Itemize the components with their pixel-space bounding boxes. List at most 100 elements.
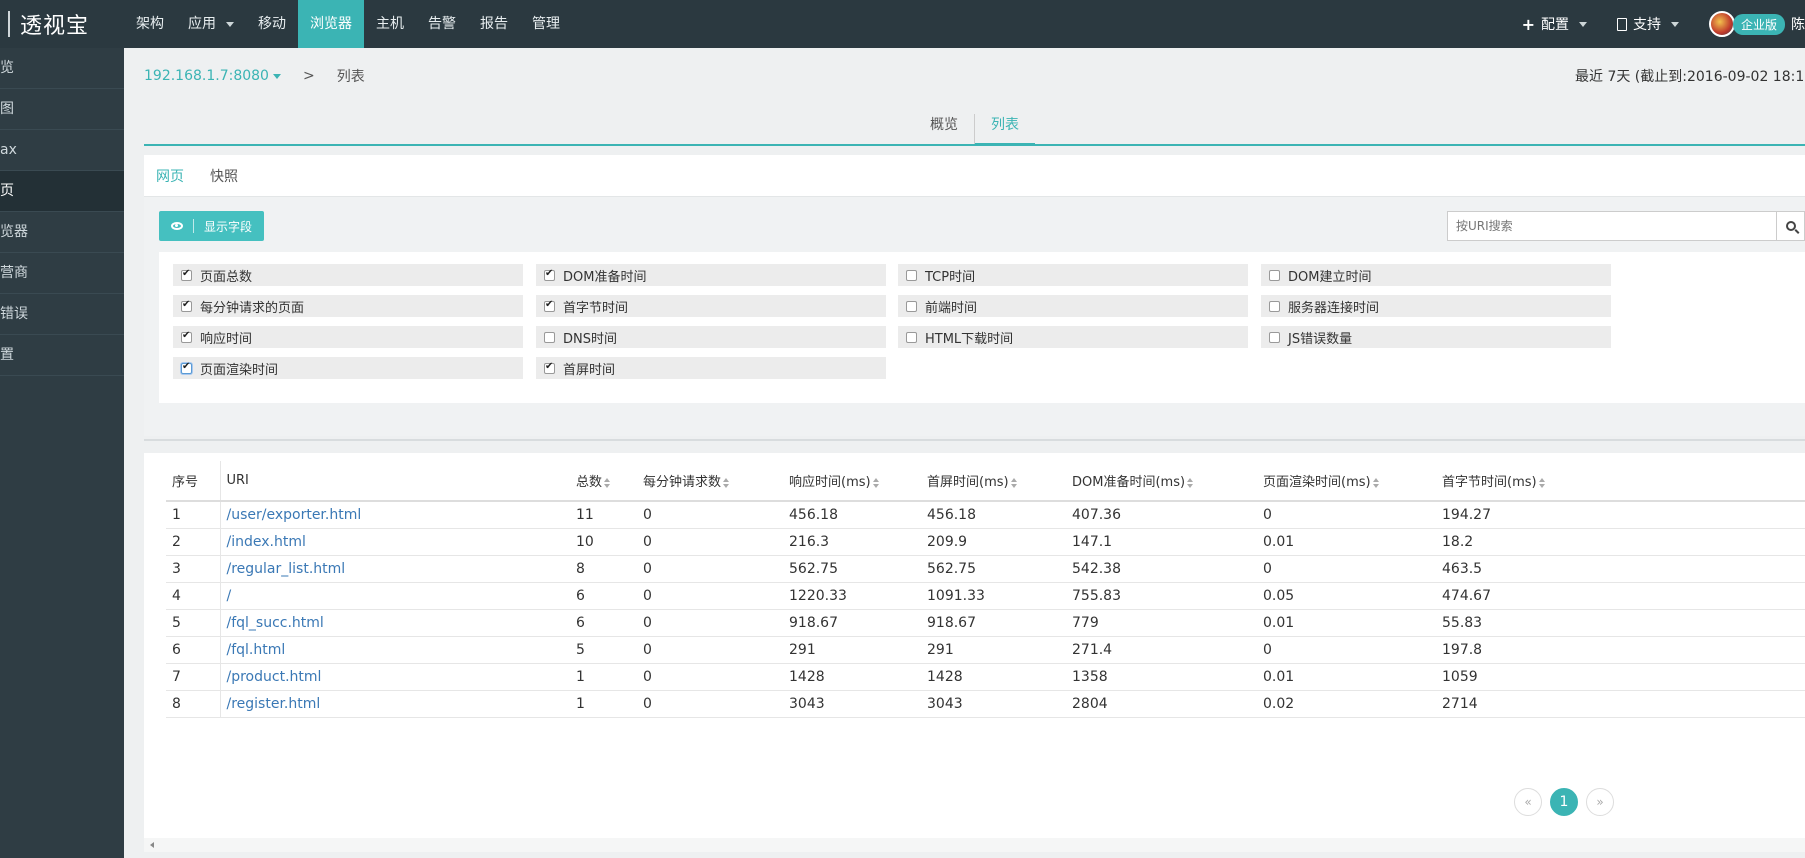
table-cell: 755.83 [1072,582,1263,610]
nav-item-label: 应用 [188,16,216,32]
sidebar-item-0[interactable]: 览 [0,48,124,89]
table-cell: 5 [166,609,221,637]
sort-icon[interactable] [604,477,611,488]
uri-link[interactable]: / [220,582,576,610]
nav-item-3[interactable]: 浏览器 [298,0,364,48]
nav-item-label: 管理 [532,16,560,32]
checkbox[interactable] [906,269,917,281]
chevron-down-icon [226,21,234,27]
column-header[interactable]: 首屏时间(ms) [927,461,1072,502]
user-menu[interactable]: 企业版 陈 [1708,11,1805,37]
config-menu[interactable]: + 配置 [1522,14,1587,34]
sort-icon[interactable] [872,477,880,488]
column-header[interactable]: DOM准备时间(ms) [1072,461,1263,502]
checkbox[interactable] [544,299,555,312]
search-input[interactable] [1447,211,1777,241]
checkbox[interactable] [906,300,917,312]
checkbox[interactable] [1269,300,1280,312]
horizontal-scrollbar[interactable] [144,838,1805,852]
prev-page-button[interactable]: « [1514,788,1542,816]
uri-link[interactable]: /fql.html [220,636,576,664]
checkbox[interactable] [544,268,555,281]
table-cell: 0 [643,663,789,691]
column-header[interactable]: 每分钟请求数 [643,461,789,502]
nav-item-0[interactable]: 架构 [124,0,176,48]
checkbox[interactable] [544,361,555,374]
sidebar-item-4[interactable]: 览器 [0,212,124,253]
table-cell: 6 [166,636,221,664]
checkbox[interactable] [181,361,192,374]
checkbox[interactable] [181,268,192,281]
sidebar-item-6[interactable]: 错误 [0,294,124,335]
brand-logo[interactable]: 透视宝 [0,0,124,48]
sort-icon[interactable] [1010,477,1018,488]
table-cell: 0 [643,690,789,718]
field-option[interactable]: 服务器连接时间 [1261,295,1611,317]
uri-link[interactable]: /register.html [220,690,576,718]
sidebar-item-2[interactable]: ax [0,130,124,171]
scroll-left-icon[interactable] [150,842,154,848]
column-header: 序号 [166,461,221,502]
field-option[interactable]: 首字节时间 [536,295,886,317]
field-option[interactable]: JS错误数量 [1261,326,1611,348]
checkbox[interactable] [181,330,192,343]
sort-icon[interactable] [1187,477,1194,488]
field-option[interactable]: DOM建立时间 [1261,264,1611,286]
eye-icon [171,222,183,230]
field-option[interactable]: DOM准备时间 [536,264,886,286]
search-button[interactable] [1777,211,1805,241]
table-cell: 407.36 [1072,501,1263,529]
uri-link[interactable]: /fql_succ.html [220,609,576,637]
uri-link[interactable]: /user/exporter.html [220,501,576,529]
tab-1[interactable]: 列表 [975,114,1035,146]
field-option[interactable]: 首屏时间 [536,357,886,379]
checkbox[interactable] [181,299,192,312]
field-selector: 页面总数每分钟请求的页面响应时间页面渲染时间 DOM准备时间首字节时间 DNS时间首… [159,252,1805,403]
field-option[interactable]: 页面渲染时间 [173,357,523,379]
checkbox[interactable] [1269,269,1280,281]
field-option[interactable]: TCP时间 [898,264,1248,286]
table-cell: 1059 [1442,663,1805,691]
sort-icon[interactable] [1538,477,1546,488]
top-right-menu: + 配置 支持 企业版 陈 [1522,0,1805,48]
show-fields-button[interactable]: 显示字段 [159,211,265,241]
nav-item-4[interactable]: 主机 [364,0,416,48]
checkbox[interactable] [1269,331,1280,343]
column-header[interactable]: 响应时间(ms) [789,461,927,502]
column-header[interactable]: 页面渲染时间(ms) [1263,461,1442,502]
nav-item-6[interactable]: 报告 [468,0,520,48]
uri-link[interactable]: /index.html [220,528,576,556]
host-selector[interactable]: 192.168.1.7:8080 [144,68,281,84]
nav-item-7[interactable]: 管理 [520,0,572,48]
time-range[interactable]: 最近 7天 (截止到:2016-09-02 18:17 [1575,66,1805,86]
nav-item-5[interactable]: 告警 [416,0,468,48]
uri-link[interactable]: /product.html [220,663,576,691]
sidebar-item-3[interactable]: 页 [0,171,124,212]
table-cell: 1428 [927,663,1072,691]
nav-item-2[interactable]: 移动 [246,0,298,48]
panel-tab-0[interactable]: 网页 [156,166,184,186]
field-option[interactable]: 每分钟请求的页面 [173,295,523,317]
next-page-button[interactable]: » [1586,788,1614,816]
field-option[interactable]: DNS时间 [536,326,886,348]
support-menu[interactable]: 支持 [1616,14,1679,34]
nav-item-1[interactable]: 应用 [176,0,246,48]
field-option[interactable]: HTML下载时间 [898,326,1248,348]
panel-tab-1[interactable]: 快照 [210,166,238,186]
uri-link[interactable]: /regular_list.html [220,555,576,583]
field-option[interactable]: 响应时间 [173,326,523,348]
page-1-button[interactable]: 1 [1550,788,1578,816]
field-option[interactable]: 前端时间 [898,295,1248,317]
sidebar-item-5[interactable]: 营商 [0,253,124,294]
checkbox[interactable] [544,331,555,343]
column-header[interactable]: 首字节时间(ms) [1442,461,1805,502]
column-header[interactable]: 总数 [576,461,643,502]
tab-0[interactable]: 概览 [914,114,975,144]
checkbox[interactable] [906,331,917,343]
sort-icon[interactable] [1372,477,1380,488]
sort-icon[interactable] [723,477,730,488]
field-option[interactable]: 页面总数 [173,264,523,286]
sidebar-item-7[interactable]: 置 [0,335,124,376]
sidebar-item-1[interactable]: 图 [0,89,124,130]
nav-item-label: 浏览器 [310,16,352,32]
